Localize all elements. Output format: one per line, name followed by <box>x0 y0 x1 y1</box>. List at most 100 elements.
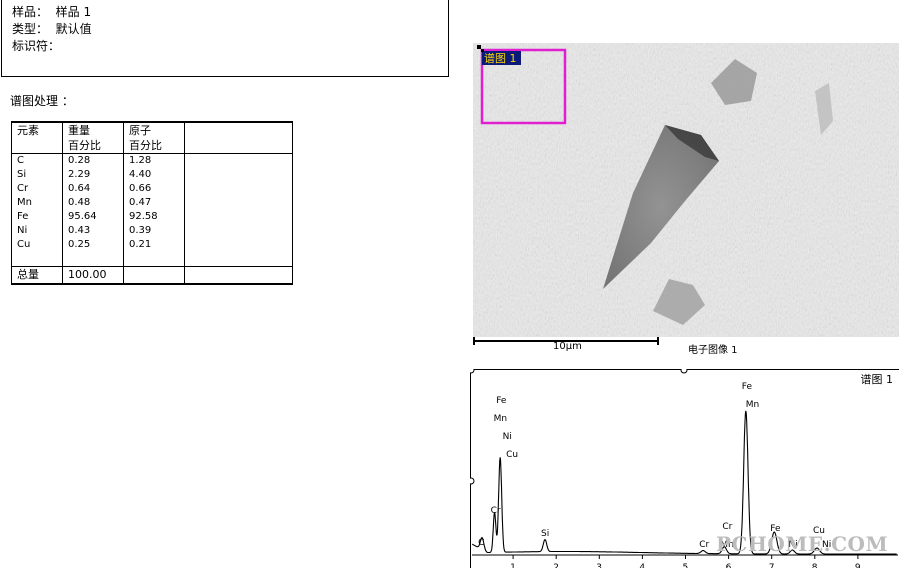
cell-empty <box>184 153 293 168</box>
cell-empty <box>184 238 293 252</box>
cell-atomic: 1.28 <box>123 153 185 168</box>
subheader-empty <box>11 138 63 154</box>
cell-atomic: 0.21 <box>123 238 185 252</box>
cell-weight: 2.29 <box>62 168 124 182</box>
table-row: Si 2.29 4.40 <box>11 168 293 182</box>
table-subheader: 百分比 百分比 <box>11 138 293 154</box>
roi-handle-icon[interactable] <box>477 45 481 49</box>
spectrum-title: 谱图 1 <box>860 373 894 386</box>
axis-ticks: 1 2 3 4 5 6 7 8 9 <box>510 555 861 568</box>
cell-element: Fe <box>11 210 63 224</box>
axis-tick-label: 4 <box>639 563 645 568</box>
table-row: Cu 0.25 0.21 <box>11 238 293 252</box>
type-line: 类型： 默认值 <box>12 21 448 38</box>
table-header: 元素 重量 原子 <box>11 122 293 138</box>
cell-empty <box>11 252 63 267</box>
results-table: 元素 重量 原子 百分比 百分比 C 0.28 1.28 Si 2.29 4.40 Cr 0.… <box>11 121 293 285</box>
cell-empty <box>184 266 293 284</box>
header-element: 元素 <box>11 122 63 138</box>
peak-label: Si <box>541 529 549 539</box>
axis-tick-label: 7 <box>769 563 775 568</box>
peak-label: Cu <box>506 450 518 460</box>
cell-element: Mn <box>11 196 63 210</box>
sample-value: 样品 1 <box>55 5 92 19</box>
roi-handle-icon-2 <box>481 49 484 52</box>
scale-bar: 10µm <box>473 337 659 352</box>
cell-weight: 0.64 <box>62 182 124 196</box>
peak-label: Cr <box>722 522 732 532</box>
cell-element: Si <box>11 168 63 182</box>
table-row: Cr 0.64 0.66 <box>11 182 293 196</box>
cell-empty <box>184 252 293 267</box>
header-atomic: 原子 <box>123 122 185 138</box>
roi-label: 谱图 1 <box>484 51 517 65</box>
cell-atomic: 0.39 <box>123 224 185 238</box>
scale-tick-right <box>657 337 659 345</box>
cell-element: Cu <box>11 238 63 252</box>
axis-tick-label: 1 <box>510 563 516 568</box>
total-label: 总量 <box>11 266 63 284</box>
cell-weight: 95.64 <box>62 210 124 224</box>
cell-atomic: 4.40 <box>123 168 185 182</box>
cell-empty <box>184 210 293 224</box>
frame-handle-tl[interactable] <box>470 369 475 374</box>
peak-label: Mn <box>746 400 759 410</box>
cell-empty <box>123 252 185 267</box>
subheader-empty-2 <box>184 138 293 154</box>
table-row: Fe 95.64 92.58 <box>11 210 293 224</box>
cell-weight: 0.48 <box>62 196 124 210</box>
axis-tick-label: 3 <box>596 563 602 568</box>
cell-empty <box>184 168 293 182</box>
peak-label: C <box>478 538 484 548</box>
axis-tick-label: 8 <box>812 563 818 568</box>
cell-weight: 0.25 <box>62 238 124 252</box>
frame-handle-tm[interactable] <box>680 369 688 374</box>
subheader-weight: 百分比 <box>62 138 124 154</box>
peak-label: Ni <box>503 432 512 442</box>
axis-tick-label: 5 <box>683 563 689 568</box>
cell-empty <box>184 224 293 238</box>
watermark: PCHOME.COM <box>716 532 889 556</box>
peak-label: Cr <box>491 506 501 516</box>
frame-handle-ml[interactable] <box>470 477 475 485</box>
cell-empty <box>62 252 124 267</box>
axis-tick-label: 9 <box>855 563 861 568</box>
table-row-spacer <box>11 252 293 267</box>
table-row: Ni 0.43 0.39 <box>11 224 293 238</box>
table-row: Mn 0.48 0.47 <box>11 196 293 210</box>
cell-atomic: 92.58 <box>123 210 185 224</box>
type-value: 默认值 <box>55 22 92 36</box>
scale-label: 10µm <box>553 341 582 352</box>
id-line: 标识符： <box>12 38 448 55</box>
cell-empty <box>123 266 185 284</box>
header-weight: 重量 <box>62 122 124 138</box>
cell-element: C <box>11 153 63 168</box>
axis-tick-label: 6 <box>726 563 732 568</box>
peak-labels: FeMnNiCuCrCSiCrCrMnFeMnFeNiCuNi <box>478 382 831 550</box>
peak-label: Mn <box>494 414 507 424</box>
table-row-total: 总量 100.00 <box>11 266 293 284</box>
sample-info-box: 样品： 样品 1 类型： 默认值 标识符： <box>1 0 449 77</box>
header-empty <box>184 122 293 138</box>
cell-atomic: 0.66 <box>123 182 185 196</box>
image-caption: 电子图像 1 <box>688 345 738 356</box>
cell-atomic: 0.47 <box>123 196 185 210</box>
type-label: 类型： <box>12 22 49 36</box>
electron-image-svg: 谱图 1 <box>473 43 899 337</box>
sample-label: 样品： <box>12 5 49 19</box>
peak-label: Cr <box>699 540 709 550</box>
subheader-atomic: 百分比 <box>123 138 185 154</box>
id-label: 标识符： <box>12 39 61 53</box>
table-row: C 0.28 1.28 <box>11 153 293 168</box>
peak-label: Fe <box>742 382 753 392</box>
cell-empty <box>184 182 293 196</box>
spectrum-processing-label: 谱图处理 ： <box>10 94 74 108</box>
total-value: 100.00 <box>62 266 124 284</box>
axis-tick-label: 2 <box>553 563 559 568</box>
peak-label: Fe <box>496 396 507 406</box>
cell-weight: 0.28 <box>62 153 124 168</box>
cell-empty <box>184 196 293 210</box>
cell-element: Ni <box>11 224 63 238</box>
sample-line: 样品： 样品 1 <box>12 4 448 21</box>
cell-weight: 0.43 <box>62 224 124 238</box>
